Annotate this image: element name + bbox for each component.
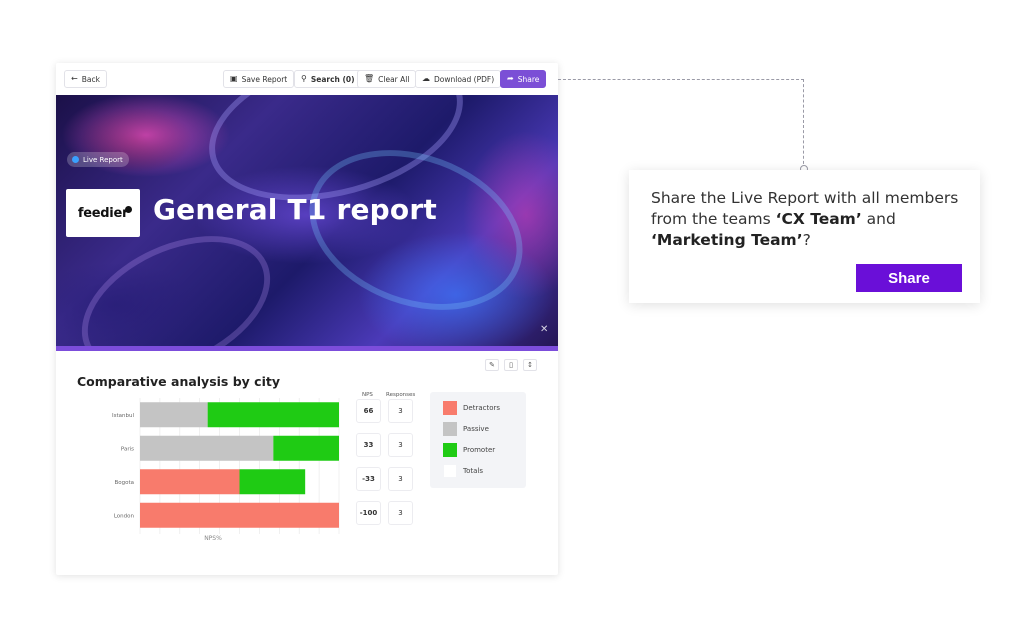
nps-cell: 66 [356,399,381,423]
download-label: Download (PDF) [434,74,495,84]
callout-connector-line [558,79,804,169]
chart-legend: Detractors Passive Promoter Totals [430,392,526,488]
search-button[interactable]: ⚲ Search (0) [294,70,362,88]
trash-icon: 🗑︎ [364,74,375,83]
legend-swatch [443,464,457,478]
legend-item[interactable]: Totals [443,464,483,478]
category-label: Istanbul [112,413,134,419]
legend-label: Totals [463,467,483,475]
live-dot-icon [72,156,79,163]
nps-cell: -100 [356,501,381,525]
move-widget-handle[interactable]: ↕ [523,359,537,371]
bar-segment-detractors[interactable] [140,502,339,528]
bar-segment-detractors[interactable] [140,469,240,495]
search-icon: ⚲ [301,74,307,83]
logo-text: feedier [77,205,129,221]
toolbar: ← Back ▣ Save Report ⚲ Search (0) 🗑︎ Cle… [56,63,558,95]
bar-segment-promoter[interactable] [239,469,306,495]
save-report-button[interactable]: ▣ Save Report [223,70,295,88]
bar-segment-promoter[interactable] [207,402,339,428]
cloud-download-icon: ☁ [422,74,430,83]
logo-dot-icon [125,206,132,213]
chart-svg: Istanbul Paris Bogota London NPS% [112,398,340,542]
responses-cell: 3 [388,433,413,457]
arrow-left-icon: ← [71,74,78,83]
pencil-icon: ✎ [489,361,495,369]
banner-accent-bar [56,346,558,351]
dialog-text: ? [802,231,811,249]
delete-widget-button[interactable]: ▯ [504,359,518,371]
live-report-badge: Live Report [67,152,129,167]
back-label: Back [81,74,100,84]
live-report-label: Live Report [83,155,123,164]
dialog-message: Share the Live Report with all members f… [651,188,961,251]
clear-all-button[interactable]: 🗑︎ Clear All [357,70,417,88]
responses-cell: 3 [388,399,413,423]
nps-column-header: NPS [362,392,373,398]
search-label: Search (0) [310,74,355,84]
drag-handle-icon: ↕ [527,361,533,369]
share-label: Share [517,74,540,84]
feedier-logo: feedier [66,189,140,237]
legend-item[interactable]: Promoter [443,443,495,457]
legend-swatch [443,443,457,457]
legend-item[interactable]: Detractors [443,401,500,415]
responses-column-header: Responses [386,392,416,398]
category-label: Bogota [114,480,134,486]
bar-segment-passive[interactable] [140,402,208,428]
legend-swatch [443,401,457,415]
legend-swatch [443,422,457,436]
category-label: London [114,513,135,519]
nps-stacked-bar-chart: Istanbul Paris Bogota London NPS% [56,388,356,548]
category-label: Paris [121,446,134,452]
expand-icon[interactable]: ✕ [540,324,548,335]
report-card: ← Back ▣ Save Report ⚲ Search (0) 🗑︎ Cle… [56,63,558,575]
legend-label: Passive [463,425,489,433]
legend-label: Detractors [463,404,501,412]
nps-cell: -33 [356,467,381,491]
share-confirm-dialog: Share the Live Report with all members f… [629,170,980,303]
confirm-share-button[interactable]: Share [856,264,962,292]
responses-cell: 3 [388,467,413,491]
report-title: General T1 report [153,193,437,226]
bar-segment-passive[interactable] [140,435,274,461]
nps-cell: 33 [356,433,381,457]
dialog-text: and [861,210,896,228]
share-button[interactable]: ➦ Share [500,70,547,88]
x-axis-label: NPS% [204,535,222,542]
edit-widget-button[interactable]: ✎ [485,359,499,371]
chart-title: Comparative analysis by city [77,374,280,389]
clear-all-label: Clear All [378,74,410,84]
back-button[interactable]: ← Back [64,70,107,88]
download-pdf-button[interactable]: ☁ Download (PDF) [415,70,502,88]
share-arrow-icon: ➦ [507,74,514,83]
bar-segment-promoter[interactable] [273,435,339,461]
legend-item[interactable]: Passive [443,422,489,436]
responses-cell: 3 [388,501,413,525]
trash-icon: ▯ [509,361,513,369]
floppy-disk-icon: ▣ [230,74,238,83]
legend-label: Promoter [463,446,496,454]
save-report-label: Save Report [241,74,288,84]
team-marketing-label: ‘Marketing Team’ [651,231,803,249]
report-banner: Live Report feedier General T1 report ✕ [56,95,558,351]
team-cx-label: ‘CX Team’ [775,210,862,228]
